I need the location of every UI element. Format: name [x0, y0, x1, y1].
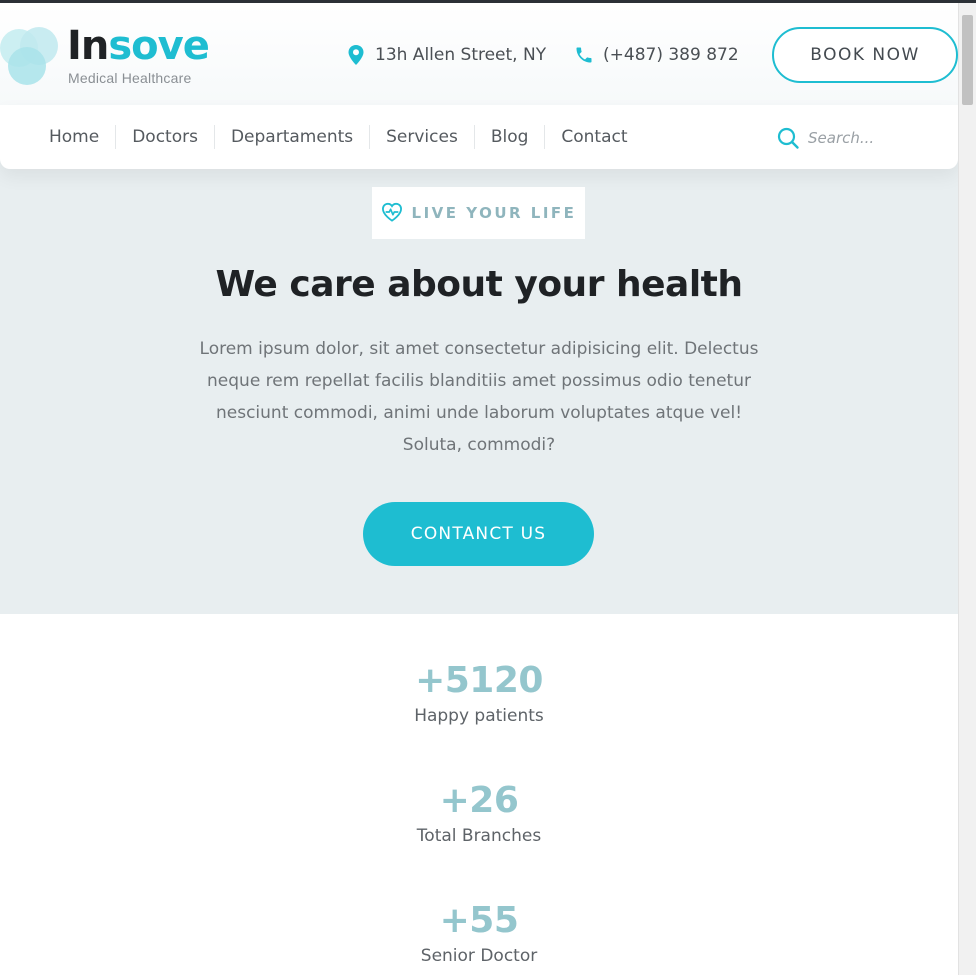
scrollbar-thumb[interactable] — [962, 15, 973, 105]
stat-total-branches: +26 Total Branches — [0, 780, 958, 846]
stat-number: +55 — [439, 900, 519, 941]
map-pin-icon — [345, 44, 367, 66]
stat-number: +5120 — [415, 660, 543, 701]
stat-happy-patients: +5120 Happy patients — [0, 660, 958, 726]
logo-circles-icon — [0, 25, 60, 85]
vertical-scrollbar[interactable] — [958, 3, 976, 975]
hero-tag: LIVE YOUR LIFE — [372, 187, 585, 239]
phone-text: (+487) 389 872 — [603, 45, 739, 65]
hero-tag-text: LIVE YOUR LIFE — [411, 204, 577, 222]
contact-us-button[interactable]: CONTANCT US — [363, 502, 594, 566]
nav-item-departaments[interactable]: Departaments — [213, 125, 369, 149]
search-icon[interactable] — [776, 126, 800, 150]
book-now-button[interactable]: BOOK NOW — [772, 27, 958, 83]
heart-pulse-icon — [381, 202, 403, 224]
header: Insove Medical Healthcare 13h Allen Stre… — [0, 3, 958, 108]
search-box — [776, 125, 946, 151]
stat-label: Happy patients — [414, 706, 544, 726]
logo-name: Insove — [67, 23, 210, 69]
logo-tagline: Medical Healthcare — [68, 70, 192, 86]
logo-name-part2: sove — [108, 23, 209, 69]
nav-list: Home Doctors Departaments Services Blog … — [33, 105, 644, 169]
nav-item-contact[interactable]: Contact — [544, 125, 643, 149]
address-text: 13h Allen Street, NY — [375, 45, 547, 65]
search-input[interactable] — [808, 129, 928, 147]
nav-item-home[interactable]: Home — [33, 125, 115, 149]
address-info: 13h Allen Street, NY — [345, 43, 546, 67]
hero-description: Lorem ipsum dolor, sit amet consectetur … — [199, 339, 759, 455]
phone-icon — [573, 44, 595, 66]
nav-item-services[interactable]: Services — [369, 125, 474, 149]
stat-number: +26 — [439, 780, 519, 821]
logo-name-part1: In — [67, 23, 109, 69]
page: Insove Medical Healthcare 13h Allen Stre… — [0, 3, 958, 975]
logo[interactable]: Insove Medical Healthcare — [0, 23, 220, 87]
phone-info[interactable]: (+487) 389 872 — [573, 43, 739, 67]
nav-item-blog[interactable]: Blog — [473, 125, 545, 149]
hero-section: LIVE YOUR LIFE We care about your health… — [0, 108, 958, 614]
nav-item-doctors[interactable]: Doctors — [115, 125, 214, 149]
main-nav: Home Doctors Departaments Services Blog … — [0, 105, 958, 169]
hero-title: We care about your health — [215, 264, 743, 305]
stats-section: +5120 Happy patients +26 Total Branches … — [0, 614, 958, 975]
stat-label: Senior Doctor — [420, 946, 538, 966]
stat-senior-doctor: +55 Senior Doctor — [0, 900, 958, 966]
stat-label: Total Branches — [416, 826, 542, 846]
